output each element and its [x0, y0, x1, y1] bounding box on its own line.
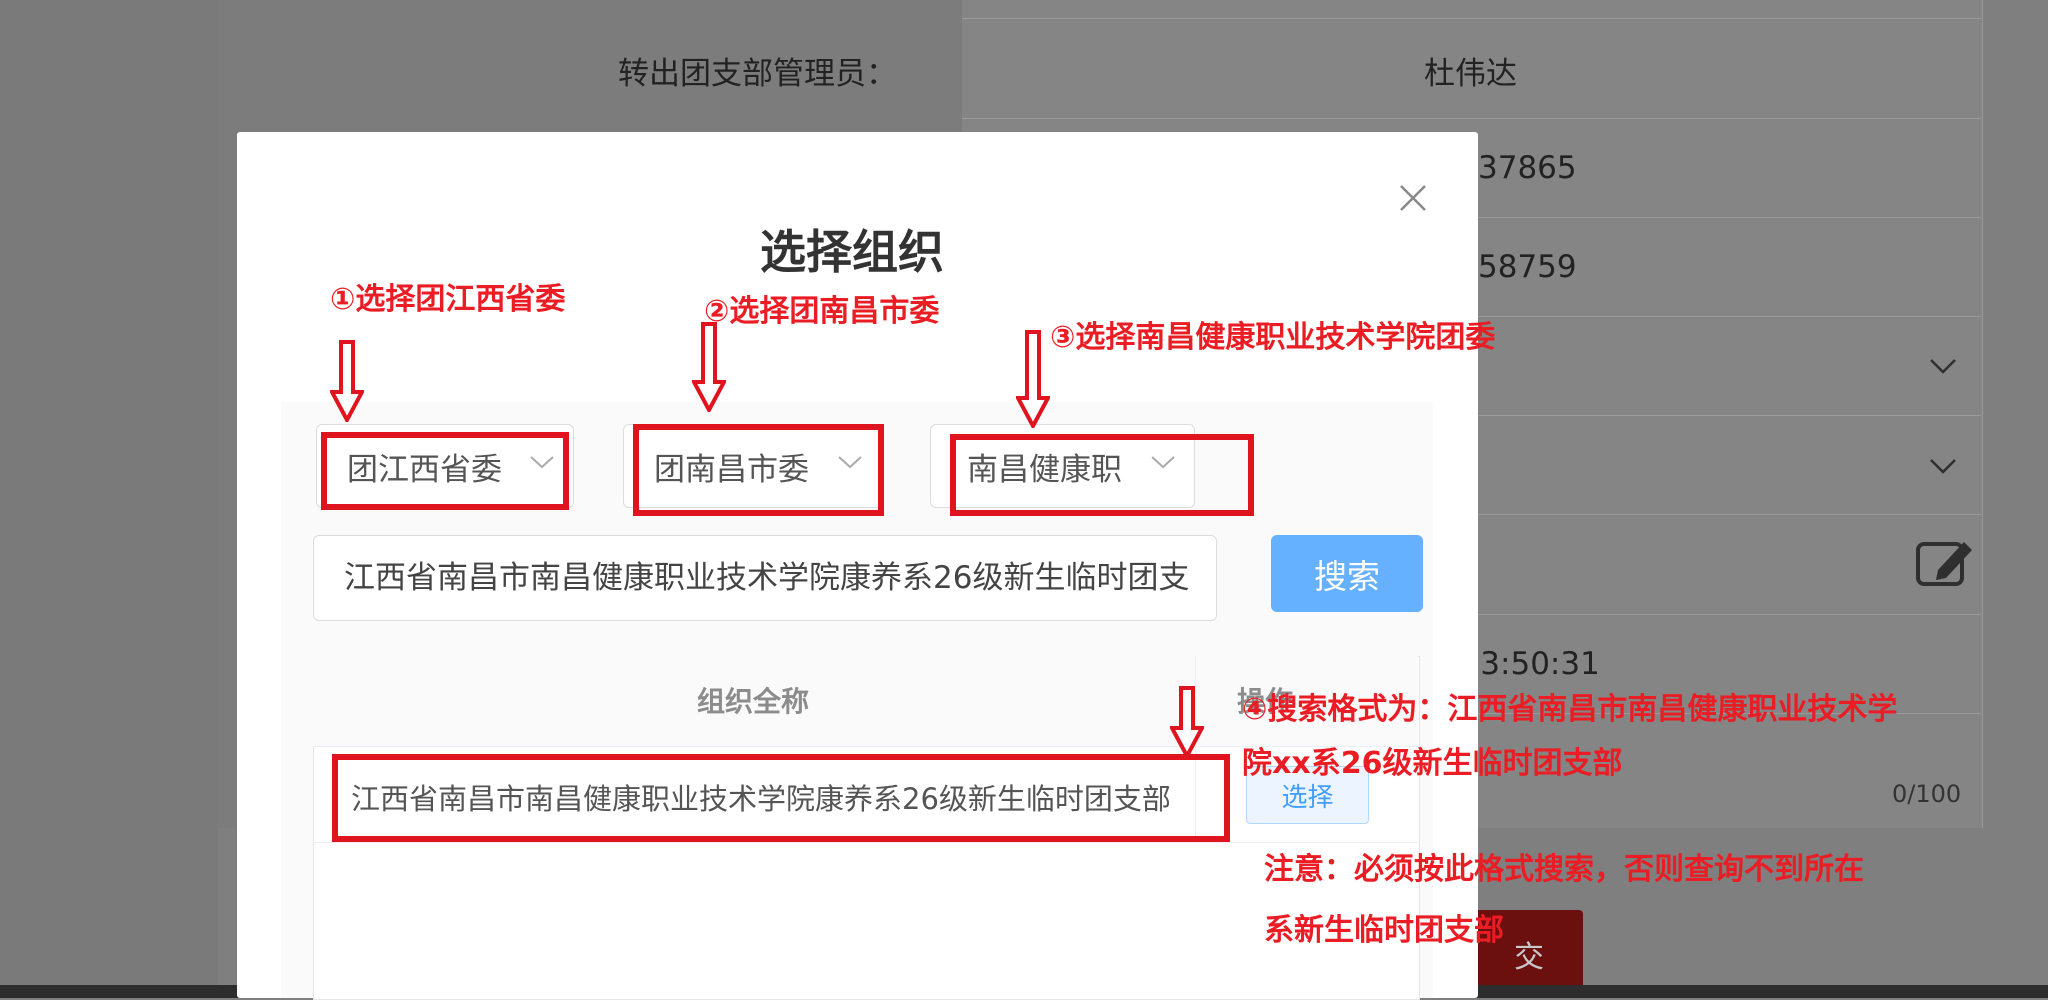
search-input[interactable]: 江西省南昌市南昌健康职业技术学院康养系26级新生临时团支: [313, 535, 1217, 621]
arrow-down-icon: [692, 322, 726, 412]
annotation-step-2: ②选择团南昌市委: [704, 294, 940, 329]
row-divider: [313, 842, 1418, 843]
admin-value: 杜伟达: [1424, 56, 1517, 92]
row-divider: [962, 118, 1981, 119]
annotation-step-4-line1: ④搜索格式为：江西省南昌市南昌健康职业技术学: [1242, 692, 1898, 727]
arrow-down-icon: [330, 340, 364, 422]
row-divider: [962, 18, 1981, 19]
arrow-down-icon: [1016, 330, 1050, 428]
search-button[interactable]: 搜索: [1271, 535, 1423, 612]
dialog-title: 选择组织: [760, 225, 944, 279]
admin-label: 转出团支部管理员：: [618, 56, 897, 92]
char-counter: 0/100: [1892, 780, 1962, 808]
close-icon[interactable]: [1398, 180, 1428, 220]
highlight-province: [321, 432, 569, 510]
page-left-gutter: [0, 0, 218, 998]
annotation-step-1: ①选择团江西省委: [330, 282, 566, 317]
arrow-down-icon: [1170, 686, 1204, 758]
annotation-step-4-line2: 院xx系26级新生临时团支部: [1242, 746, 1623, 781]
highlight-result-row: [332, 754, 1230, 842]
highlight-city: [633, 424, 884, 516]
phone-value-2: 58759: [1478, 249, 1577, 285]
annotation-note-line2: 系新生临时团支部: [1264, 913, 1504, 948]
highlight-school: [950, 434, 1254, 516]
phone-value-1: 37865: [1478, 150, 1577, 186]
column-header-name: 组织全称: [697, 685, 810, 718]
edit-icon[interactable]: [1914, 534, 1976, 590]
chevron-down-icon[interactable]: [1928, 450, 1958, 483]
annotation-note-line1: 注意：必须按此格式搜索，否则查询不到所在: [1264, 852, 1864, 887]
chevron-down-icon[interactable]: [1928, 350, 1958, 383]
annotation-step-3: ③选择南昌健康职业技术学院团委: [1050, 320, 1496, 355]
